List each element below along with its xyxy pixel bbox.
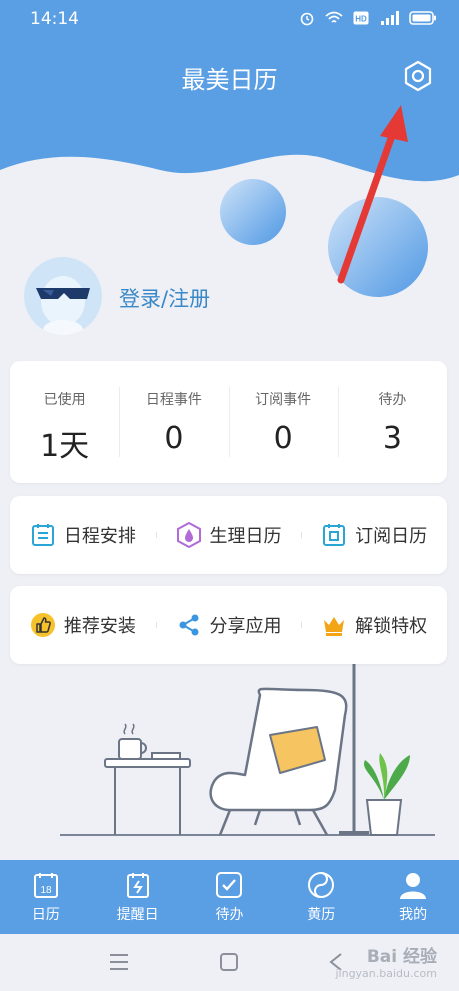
todo-icon xyxy=(216,872,243,898)
status-time: 14:14 xyxy=(30,9,79,29)
unlock-privileges-button[interactable]: 解锁特权 xyxy=(301,612,447,638)
tab-label: 待办 xyxy=(215,907,244,923)
battery-icon xyxy=(409,11,436,25)
thumbs-up-icon xyxy=(30,613,55,637)
lounge-chair-illustration xyxy=(60,660,435,836)
stat-label: 订阅事件 xyxy=(255,392,312,408)
stat-days-used: 已使用 1天 xyxy=(10,361,119,483)
tab-almanac[interactable]: 黄历 xyxy=(275,860,367,934)
settings-icon[interactable] xyxy=(402,60,434,92)
tab-label: 日历 xyxy=(31,907,60,923)
recommend-install-button[interactable]: 推荐安装 xyxy=(10,612,156,638)
almanac-icon xyxy=(308,872,335,898)
stat-subscribed-events[interactable]: 订阅事件 0 xyxy=(228,361,338,483)
unlock-privileges-label: 解锁特权 xyxy=(355,616,428,637)
stat-value: 0 xyxy=(273,421,293,456)
schedule-label: 日程安排 xyxy=(63,526,136,547)
stat-schedule-events[interactable]: 日程事件 0 xyxy=(119,361,228,483)
stat-label: 待办 xyxy=(378,392,407,408)
login-register-link[interactable]: 登录/注册 xyxy=(119,283,210,313)
period-calendar-button[interactable]: 生理日历 xyxy=(155,522,302,548)
stat-value: 3 xyxy=(382,421,402,456)
watermark: Bai 经验 jingyan.baidu.com xyxy=(335,942,437,980)
tab-calendar[interactable]: 18 日历 xyxy=(0,860,92,934)
calendar-icon: 18 xyxy=(33,873,58,898)
stat-value: 0 xyxy=(164,421,184,456)
stats-card: 已使用 1天 日程事件 0 订阅事件 0 待办 3 xyxy=(10,361,447,483)
schedule-button[interactable]: 日程安排 xyxy=(10,522,156,548)
stat-value: 1天 xyxy=(40,429,90,464)
tab-todo[interactable]: 待办 xyxy=(184,860,276,934)
tab-label: 黄历 xyxy=(307,907,336,923)
status-bar: 14:14 HD xyxy=(0,0,459,40)
bottom-tab-bar: 18 日历 提醒日 待办 黄历 我的 xyxy=(0,860,459,934)
feature-row-calendars: 日程安排 生理日历 订阅日历 xyxy=(10,496,447,574)
crown-icon xyxy=(324,617,345,636)
hd-icon: HD xyxy=(353,11,369,25)
schedule-icon xyxy=(31,524,54,546)
watermark-url: jingyan.baidu.com xyxy=(335,967,437,980)
stat-todos[interactable]: 待办 3 xyxy=(337,361,447,483)
stat-label: 日程事件 xyxy=(145,392,202,408)
status-icons: HD xyxy=(299,10,437,26)
share-app-button[interactable]: 分享应用 xyxy=(155,612,302,638)
tab-reminder[interactable]: 提醒日 xyxy=(92,860,184,934)
page-title: 最美日历 xyxy=(181,66,278,94)
avatar[interactable] xyxy=(24,257,102,335)
drop-icon xyxy=(176,522,201,548)
recommend-install-label: 推荐安装 xyxy=(63,616,136,637)
profile-icon xyxy=(400,873,427,899)
avatar-sunglasses-icon xyxy=(24,257,102,335)
reminder-icon xyxy=(126,873,149,898)
calendar-day-number: 18 xyxy=(40,885,52,896)
wifi-icon xyxy=(325,11,343,23)
share-app-label: 分享应用 xyxy=(209,616,282,637)
tab-mine[interactable]: 我的 xyxy=(367,860,459,934)
share-icon xyxy=(179,614,198,636)
tab-label: 我的 xyxy=(399,907,428,923)
system-navigation-bar: Bai 经验 jingyan.baidu.com xyxy=(0,934,459,991)
tab-label: 提醒日 xyxy=(116,907,159,923)
subscribe-calendar-label: 订阅日历 xyxy=(355,526,428,547)
alarm-icon xyxy=(300,12,314,26)
watermark-brand: Bai 经验 xyxy=(366,947,437,967)
subscribe-calendar-button[interactable]: 订阅日历 xyxy=(301,522,447,548)
signal-icon xyxy=(381,11,399,25)
svg-text:HD: HD xyxy=(355,15,367,24)
menu-icon[interactable] xyxy=(108,952,130,972)
stat-label: 已使用 xyxy=(43,392,86,408)
feature-row-actions: 推荐安装 分享应用 解锁特权 xyxy=(10,586,447,664)
subscribe-icon xyxy=(323,524,346,546)
home-icon[interactable] xyxy=(219,952,239,972)
period-calendar-label: 生理日历 xyxy=(209,526,282,547)
